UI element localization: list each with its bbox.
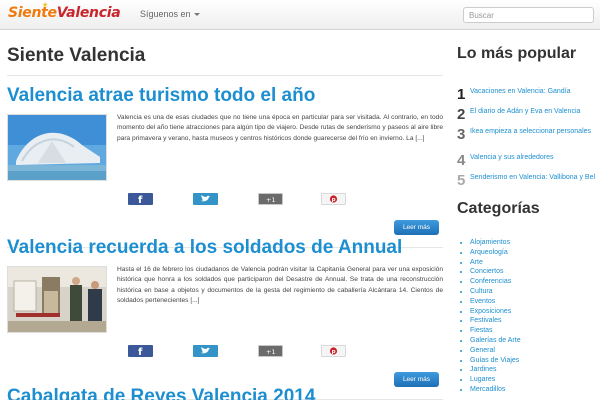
- facebook-share-button[interactable]: f: [128, 345, 153, 357]
- popular-link[interactable]: Valencia y sus alrededores: [470, 152, 598, 163]
- category-link[interactable]: Lugares: [470, 376, 495, 383]
- category-link[interactable]: Jardines: [470, 366, 496, 373]
- pinterest-icon: p: [329, 347, 338, 355]
- list-item: Exposiciones: [470, 307, 521, 317]
- category-link[interactable]: Exposiciones: [470, 308, 511, 315]
- list-item: Alojamientos: [470, 238, 521, 248]
- google-plus-share-button[interactable]: +1: [258, 345, 283, 357]
- category-link[interactable]: Eventos: [470, 298, 495, 305]
- popular-link[interactable]: Vacaciones en Valencia: Gandía: [470, 86, 598, 97]
- list-item: Galerías de Arte: [470, 336, 521, 346]
- list-item: Cultura: [470, 287, 521, 297]
- facebook-share-button[interactable]: f: [128, 193, 153, 205]
- search-input[interactable]: [463, 7, 594, 23]
- list-item: General: [470, 346, 521, 356]
- article-title-link[interactable]: Valencia recuerda a los soldados de Annu…: [7, 237, 443, 259]
- popular-item: 2 El diario de Adán y Eva en Valencia: [457, 106, 600, 126]
- category-link[interactable]: Cultura: [470, 288, 493, 295]
- popular-heading: Lo más popular: [457, 45, 577, 62]
- twitter-icon: [201, 195, 211, 202]
- category-link[interactable]: Alojamientos: [470, 239, 510, 246]
- popular-rank: 3: [457, 126, 466, 143]
- list-item: Guías de Viajes: [470, 356, 521, 366]
- svg-text:p: p: [332, 349, 336, 355]
- list-item: Fiestas: [470, 326, 521, 336]
- article-thumbnail[interactable]: [7, 266, 107, 333]
- category-link[interactable]: Arte: [470, 259, 483, 266]
- list-item: Conciertos: [470, 267, 521, 277]
- list-item: Arqueología: [470, 248, 521, 258]
- svg-text:f: f: [138, 347, 143, 357]
- list-item: Jardines: [470, 365, 521, 375]
- article-card: Valencia atrae turismo todo el año Valen…: [7, 85, 443, 248]
- svg-text:p: p: [332, 197, 336, 203]
- popular-item: 1 Vacaciones en Valencia: Gandía: [457, 86, 600, 106]
- article-title-link[interactable]: Valencia atrae turismo todo el año: [7, 85, 443, 107]
- article-excerpt: Valencia es una de esas ciudades que no …: [117, 114, 443, 142]
- star-icon: ★: [42, 1, 48, 9]
- twitter-icon: [201, 347, 211, 354]
- logo-text-valencia: Valencia: [56, 5, 121, 21]
- read-more-button[interactable]: Leer más: [394, 372, 439, 387]
- category-link[interactable]: General: [470, 347, 495, 354]
- popular-rank: 4: [457, 152, 466, 169]
- category-link[interactable]: Mercadillos: [470, 386, 505, 393]
- facebook-icon: f: [138, 195, 143, 205]
- page-title: Siente Valencia: [7, 45, 146, 66]
- read-more-button[interactable]: Leer más: [394, 220, 439, 235]
- category-link[interactable]: Festivales: [470, 317, 502, 324]
- google-plus-icon: +1: [266, 348, 276, 356]
- popular-rank: 5: [457, 172, 466, 189]
- list-item: Arte: [470, 258, 521, 268]
- popular-link[interactable]: El diario de Adán y Eva en Valencia: [470, 106, 598, 117]
- svg-text:f: f: [138, 195, 143, 205]
- popular-rank: 1: [457, 86, 466, 103]
- plus-one-label: +1: [266, 348, 276, 356]
- article-card: Valencia recuerda a los soldados de Annu…: [7, 237, 443, 400]
- site-logo[interactable]: ★ SienteValencia: [8, 1, 121, 21]
- list-item: Lugares: [470, 375, 521, 385]
- category-link[interactable]: Arqueología: [470, 249, 508, 256]
- list-item: Festivales: [470, 316, 521, 326]
- popular-link[interactable]: Senderismo en Valencia: Vallibona y Bel: [470, 172, 598, 183]
- logo-text-siente: Siente: [8, 5, 57, 21]
- article-excerpt: Hasta el 16 de febrero los ciudadanos de…: [117, 266, 443, 305]
- article-thumbnail[interactable]: [7, 114, 107, 181]
- divider: [7, 75, 443, 76]
- categories-heading: Categorías: [457, 200, 540, 217]
- follow-us-dropdown[interactable]: Síguenos en: [140, 9, 200, 19]
- category-link[interactable]: Fiestas: [470, 327, 493, 334]
- list-item: Conferencias: [470, 277, 521, 287]
- popular-item: 4 Valencia y sus alrededores: [457, 152, 600, 172]
- follow-us-label: Síguenos en: [140, 9, 191, 19]
- facebook-icon: f: [138, 347, 143, 357]
- popular-rank: 2: [457, 106, 466, 123]
- category-link[interactable]: Conferencias: [470, 278, 511, 285]
- plus-one-label: +1: [266, 196, 276, 204]
- popular-item: 5 Senderismo en Valencia: Vallibona y Be…: [457, 172, 600, 192]
- article-title-link[interactable]: Cabalgata de Reyes Valencia 2014: [7, 386, 443, 400]
- category-link[interactable]: Guías de Viajes: [470, 357, 519, 364]
- twitter-share-button[interactable]: [193, 345, 218, 357]
- google-plus-icon: +1: [266, 196, 276, 204]
- chevron-down-icon: [193, 13, 200, 17]
- pinterest-icon: p: [329, 195, 338, 203]
- list-item: Eventos: [470, 297, 521, 307]
- popular-item: 3 Ikea empieza a seleccionar personales: [457, 126, 600, 146]
- list-item: Mercadillos: [470, 385, 521, 395]
- pinterest-share-button[interactable]: p: [321, 345, 346, 357]
- category-list: Alojamientos Arqueología Arte Conciertos…: [462, 238, 521, 395]
- category-link[interactable]: Conciertos: [470, 268, 503, 275]
- pinterest-share-button[interactable]: p: [321, 193, 346, 205]
- google-plus-share-button[interactable]: +1: [258, 193, 283, 205]
- twitter-share-button[interactable]: [193, 193, 218, 205]
- popular-link[interactable]: Ikea empieza a seleccionar personales: [470, 126, 598, 137]
- category-link[interactable]: Galerías de Arte: [470, 337, 521, 344]
- navbar: ★ SienteValencia Síguenos en: [0, 0, 600, 30]
- article-card: Cabalgata de Reyes Valencia 2014: [7, 386, 443, 400]
